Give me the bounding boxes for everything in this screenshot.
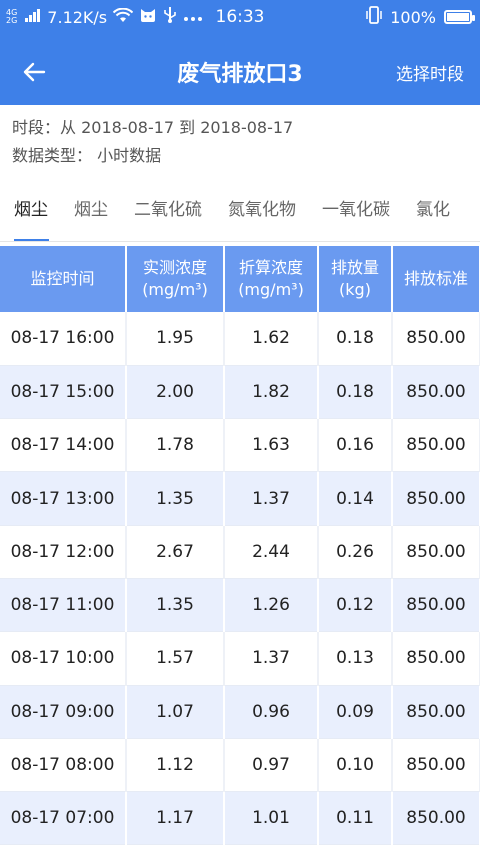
table-cell: 0.13 [318, 631, 393, 686]
column-header-line: 排放量 [330, 258, 379, 277]
tab-1[interactable]: 烟尘 [61, 182, 121, 241]
column-header: 折算浓度 (mg/m³) [224, 246, 319, 312]
battery-percent: 100% [390, 7, 436, 27]
table-cell: 08-17 14:00 [0, 418, 127, 473]
pollutant-tabs: 烟尘 烟尘 二氧化硫 氮氧化物 一氧化碳 氯化 [0, 182, 480, 242]
column-header-line: 排放标准 [403, 269, 468, 288]
status-bar: 4G 2G 7.12K/s 16:33 100% [0, 0, 480, 34]
table-row: 08-17 13:00 1.35 1.37 0.14 850.00 [0, 471, 480, 526]
table-row: 08-17 10:00 1.57 1.37 0.13 850.00 [0, 631, 480, 686]
table-cell: 1.07 [126, 685, 225, 739]
table-cell: 1.12 [126, 738, 225, 793]
table-cell: 0.14 [318, 471, 393, 526]
table-row: 08-17 07:00 1.17 1.01 0.11 850.00 [0, 791, 480, 846]
table-cell: 08-17 08:00 [0, 738, 127, 793]
table-row: 08-17 08:00 1.12 0.97 0.10 850.00 [0, 738, 480, 793]
table-row: 08-17 15:00 2.00 1.82 0.18 850.00 [0, 365, 480, 420]
table-cell: 850.00 [392, 471, 480, 526]
tab-3[interactable]: 氮氧化物 [215, 182, 309, 241]
column-header-line: 实测浓度 [142, 258, 207, 277]
column-header-line: (mg/m³) [142, 280, 208, 299]
table-cell: 0.26 [318, 525, 393, 579]
select-time-button[interactable]: 选择时段 [396, 60, 464, 85]
table-cell: 1.17 [126, 791, 225, 846]
column-header-line: (mg/m³) [238, 280, 304, 299]
table-cell: 08-17 16:00 [0, 312, 127, 366]
table-row: 08-17 09:00 1.07 0.96 0.09 850.00 [0, 685, 480, 739]
table-cell: 08-17 10:00 [0, 631, 127, 686]
table-cell: 2.44 [224, 525, 319, 579]
data-type-text: 数据类型： 小时数据 [12, 146, 162, 165]
battery-fill [447, 13, 469, 21]
table-cell: 2.00 [126, 365, 225, 420]
table-row: 08-17 11:00 1.35 1.26 0.12 850.00 [0, 578, 480, 633]
tab-2[interactable]: 二氧化硫 [121, 182, 215, 241]
table-cell: 1.37 [224, 631, 319, 686]
tab-0[interactable]: 烟尘 [0, 182, 61, 241]
battery-icon [444, 10, 475, 24]
table-cell: 08-17 13:00 [0, 471, 127, 526]
table-cell: 1.35 [126, 471, 225, 526]
back-button[interactable] [14, 52, 54, 92]
table-cell: 850.00 [392, 312, 480, 366]
table-cell: 1.57 [126, 631, 225, 686]
table-cell: 1.62 [224, 312, 319, 366]
column-header-line: 折算浓度 [238, 258, 303, 277]
table-row: 08-17 12:00 2.67 2.44 0.26 850.00 [0, 525, 480, 579]
table-cell: 0.97 [224, 738, 319, 793]
column-header-line: (kg) [339, 280, 371, 299]
table-cell: 0.09 [318, 685, 393, 739]
column-header-line: 监控时间 [30, 269, 95, 288]
table-cell: 0.96 [224, 685, 319, 739]
app-header: 4G 2G 7.12K/s 16:33 100% 废气排放口3 选择时段 [0, 0, 480, 105]
nav-bar: 废气排放口3 选择时段 [0, 38, 480, 104]
table-cell: 08-17 15:00 [0, 365, 127, 420]
table-cell: 08-17 09:00 [0, 685, 127, 739]
arrow-left-icon [23, 62, 46, 82]
column-header: 排放标准 [392, 246, 480, 312]
table-cell: 1.26 [224, 578, 319, 633]
table-cell: 850.00 [392, 631, 480, 686]
table-cell: 1.95 [126, 312, 225, 366]
table-cell: 08-17 12:00 [0, 525, 127, 579]
table-cell: 850.00 [392, 365, 480, 420]
table-cell: 1.35 [126, 578, 225, 633]
table-row: 08-17 16:00 1.95 1.62 0.18 850.00 [0, 312, 480, 366]
vibrate-icon [366, 6, 382, 28]
table-cell: 0.12 [318, 578, 393, 633]
table-cell: 1.01 [224, 791, 319, 846]
tab-5[interactable]: 氯化 [403, 182, 463, 241]
table-cell: 0.10 [318, 738, 393, 793]
period-text: 时段：从 2018-08-17 到 2018-08-17 [12, 118, 294, 137]
query-info: 时段：从 2018-08-17 到 2018-08-17 数据类型： 小时数据 [12, 114, 293, 170]
table-cell: 850.00 [392, 418, 480, 473]
table-cell: 1.82 [224, 365, 319, 420]
column-header: 排放量 (kg) [318, 246, 393, 312]
table-cell: 1.78 [126, 418, 225, 473]
table-cell: 850.00 [392, 738, 480, 793]
table-cell: 0.18 [318, 365, 393, 420]
column-header: 监控时间 [0, 246, 127, 312]
table-cell: 1.63 [224, 418, 319, 473]
table-cell: 850.00 [392, 685, 480, 739]
table-header-row: 监控时间 实测浓度 (mg/m³) 折算浓度 (mg/m³) 排放量 (kg) 排放标准 [0, 246, 480, 312]
table-cell: 850.00 [392, 578, 480, 633]
table-row: 08-17 14:00 1.78 1.63 0.16 850.00 [0, 418, 480, 473]
table-cell: 08-17 07:00 [0, 791, 127, 846]
tab-4[interactable]: 一氧化碳 [309, 182, 403, 241]
table-cell: 0.18 [318, 312, 393, 366]
data-table: 监控时间 实测浓度 (mg/m³) 折算浓度 (mg/m³) 排放量 (kg) 排放标准 08… [0, 246, 480, 846]
column-header: 实测浓度 (mg/m³) [126, 246, 225, 312]
table-cell: 08-17 11:00 [0, 578, 127, 633]
table-cell: 0.16 [318, 418, 393, 473]
table-cell: 850.00 [392, 525, 480, 579]
table-cell: 2.67 [126, 525, 225, 579]
table-cell: 1.37 [224, 471, 319, 526]
table-cell: 850.00 [392, 791, 480, 846]
table-cell: 0.11 [318, 791, 393, 846]
